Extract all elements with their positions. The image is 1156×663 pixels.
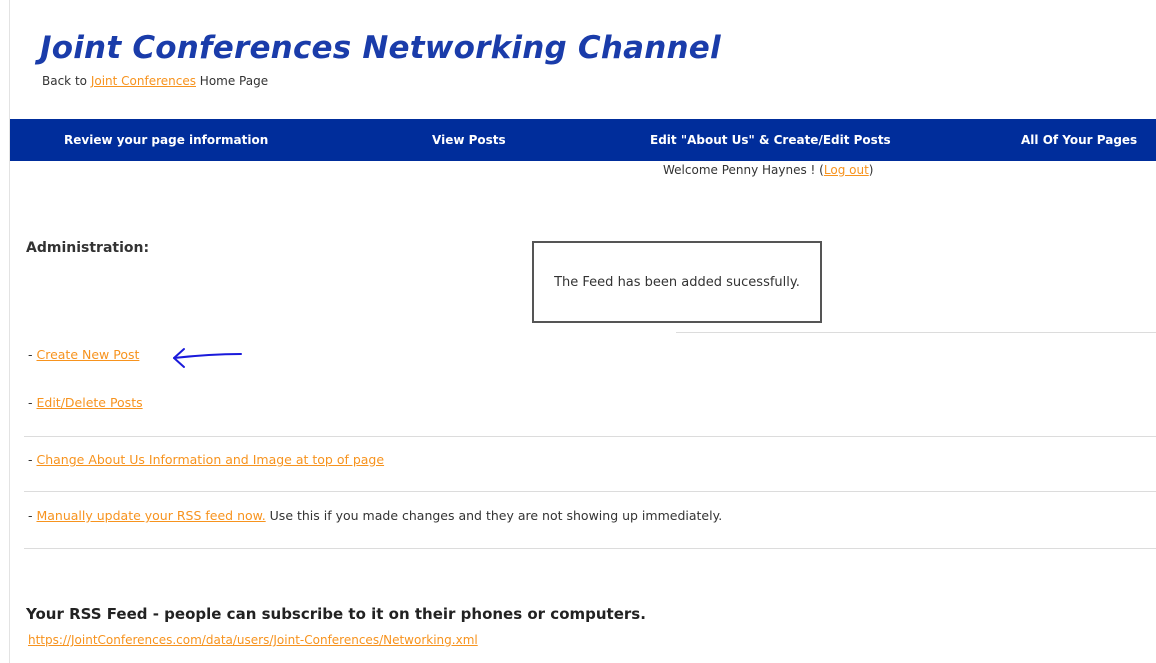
rss-feed-url-link[interactable]: https://JointConferences.com/data/users/…	[28, 633, 478, 647]
page-left-border	[9, 0, 10, 663]
logout-link[interactable]: Log out	[824, 163, 869, 177]
joint-conferences-home-link[interactable]: Joint Conferences	[91, 74, 196, 88]
edit-delete-posts-row: - Edit/Delete Posts	[28, 395, 143, 410]
welcome-prefix: Welcome Penny Haynes ! (	[663, 163, 824, 177]
rss-feed-heading: Your RSS Feed - people can subscribe to …	[26, 605, 646, 623]
update-rss-feed-link[interactable]: Manually update your RSS feed now.	[36, 508, 265, 523]
main-navbar: Review your page information View Posts …	[10, 119, 1156, 161]
rss-feed-url-row: https://JointConferences.com/data/users/…	[28, 633, 478, 647]
success-notice: The Feed has been added sucessfully.	[532, 241, 822, 323]
back-suffix: Home Page	[195, 74, 269, 88]
divider	[24, 436, 1156, 437]
site-title: Joint Conferences Networking Channel	[40, 30, 721, 66]
create-new-post-link[interactable]: Create New Post	[36, 347, 139, 362]
nav-view-posts[interactable]: View Posts	[432, 133, 506, 147]
divider	[24, 548, 1156, 549]
nav-all-pages[interactable]: All Of Your Pages	[1021, 133, 1137, 147]
edit-delete-posts-link[interactable]: Edit/Delete Posts	[36, 395, 142, 410]
update-rss-description: Use this if you made changes and they ar…	[265, 508, 723, 523]
update-rss-row: - Manually update your RSS feed now. Use…	[28, 508, 722, 523]
administration-heading: Administration:	[26, 240, 150, 256]
back-prefix: Back to	[42, 74, 91, 88]
welcome-suffix: )	[868, 163, 874, 177]
divider	[676, 332, 1156, 333]
success-notice-text: The Feed has been added sucessfully.	[554, 274, 800, 290]
change-about-us-row: - Change About Us Information and Image …	[28, 452, 384, 467]
back-to-home-line: Back to Joint Conferences Home Page	[42, 74, 268, 88]
nav-review-page-info[interactable]: Review your page information	[64, 133, 268, 147]
divider	[24, 491, 1156, 492]
change-about-us-link[interactable]: Change About Us Information and Image at…	[36, 452, 384, 467]
nav-edit-about-us[interactable]: Edit "About Us" & Create/Edit Posts	[650, 133, 891, 147]
welcome-message: Welcome Penny Haynes ! (Log out)	[663, 163, 873, 177]
create-new-post-row: - Create New Post	[28, 347, 139, 362]
left-arrow-icon	[173, 348, 242, 368]
